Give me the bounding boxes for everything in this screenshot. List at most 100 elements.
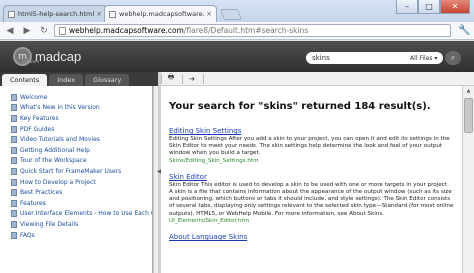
toc-item[interactable]: Quick Start for FrameMaker Users — [0, 166, 152, 177]
divider — [161, 73, 162, 84]
book-icon — [11, 210, 17, 218]
url-path: /flare8/Default.htm#search-skins — [183, 26, 309, 35]
search-button[interactable]: ⌕ — [445, 51, 461, 65]
toc-item[interactable]: Welcome — [0, 92, 152, 103]
close-tab-icon[interactable]: × — [96, 10, 102, 18]
toc-item[interactable]: How to Develop a Project — [0, 177, 152, 188]
toc-item-label: Welcome — [20, 93, 48, 101]
maximize-button[interactable]: □ — [418, 0, 440, 14]
tab-contents[interactable]: Contents — [2, 74, 48, 86]
result-item: About Language Skins — [169, 233, 454, 242]
book-icon — [11, 114, 17, 122]
close-window-button[interactable]: ✕ — [440, 0, 470, 14]
toc-item-label: FAQs — [20, 231, 35, 239]
toc-item-label: How to Develop a Project — [20, 178, 96, 186]
result-description: Skin Editor This editor is used to devel… — [169, 181, 454, 217]
search-input[interactable] — [306, 52, 406, 64]
toc-item[interactable]: User Interface Elements - How to Use Eac… — [0, 209, 152, 220]
content-scrollbar[interactable]: ▲ — [462, 86, 474, 273]
minimize-button[interactable]: – — [396, 0, 418, 14]
result-title-link[interactable]: About Language Skins — [169, 233, 454, 242]
scroll-up-icon[interactable]: ▲ — [463, 86, 474, 96]
result-title-link[interactable]: Editing Skin Settings — [169, 127, 454, 136]
toc-item[interactable]: Key Features — [0, 113, 152, 124]
toc-item[interactable]: Tour of the Workspace — [0, 156, 152, 167]
toc-item[interactable]: Getting Additional Help — [0, 145, 152, 156]
page-favicon-icon — [109, 10, 116, 18]
page-favicon-icon — [8, 10, 15, 18]
address-bar[interactable]: webhelp.madcapsoftware.com/flare8/Defaul… — [54, 24, 451, 37]
book-icon — [11, 93, 17, 101]
toc-item-label: Tour of the Workspace — [20, 157, 87, 165]
scrollbar-thumb[interactable] — [464, 98, 473, 133]
navigation-tabs: Contents Index Glossary — [0, 72, 158, 86]
content-toolbar: 🖶 ➔ — [161, 72, 474, 86]
divider — [182, 73, 183, 84]
logo-text: madcap — [35, 48, 82, 64]
tab-index[interactable]: Index — [49, 74, 84, 86]
result-item: Skin Editor Skin Editor This editor is u… — [169, 173, 454, 225]
tab-label: html5-help-search.html — [18, 10, 95, 18]
toc-panel: Welcome What's New in this Version Key Fea… — [0, 86, 153, 273]
filter-label: All Files — [410, 54, 433, 62]
tab-label: webhelp.madcapsoftware.co — [119, 10, 205, 18]
book-icon — [11, 220, 17, 228]
toc-item-label: Getting Additional Help — [20, 146, 90, 154]
book-icon — [11, 167, 17, 175]
toc-item-label: Best Practices — [20, 189, 63, 197]
book-icon — [11, 199, 17, 207]
result-item: Editing Skin Settings Editing Skin Setti… — [169, 127, 454, 165]
url-text: webhelp.madcapsoftware.com/flare8/Defaul… — [69, 26, 308, 35]
forward-arrow-icon[interactable]: ➔ — [187, 74, 197, 84]
book-icon — [11, 178, 17, 186]
toc-item[interactable]: What's New in this Version — [0, 103, 152, 114]
result-url: UI_Elements/Skin_Editor.htm — [169, 217, 250, 224]
toc-item[interactable]: FAQs — [0, 230, 152, 241]
toc-item[interactable]: Viewing File Details — [0, 219, 152, 230]
toc-item-label: PDF Guides — [20, 125, 55, 133]
result-url: Skins/Editing_Skin_Settings.htm — [169, 157, 259, 164]
browser-window: html5-help-search.html × webhelp.madcaps… — [0, 0, 474, 273]
book-icon — [11, 136, 17, 144]
tab-strip: html5-help-search.html × webhelp.madcaps… — [0, 0, 474, 22]
toc-item-label: Quick Start for FrameMaker Users — [20, 167, 122, 175]
toc-item-label: Features — [20, 199, 46, 207]
url-host: webhelp.madcapsoftware.com — [69, 26, 184, 35]
toc-item-label: Video Tutorials and Movies — [20, 136, 100, 144]
book-icon — [11, 157, 17, 165]
reload-icon[interactable]: ↻ — [37, 24, 51, 38]
toc-item[interactable]: PDF Guides — [0, 124, 152, 135]
toc-item[interactable]: Video Tutorials and Movies — [0, 134, 152, 145]
toc-item-label: Viewing File Details — [20, 220, 79, 228]
book-icon — [11, 104, 17, 112]
close-tab-icon[interactable]: × — [206, 10, 212, 18]
book-icon — [11, 146, 17, 154]
logo-subtitle: software — [22, 59, 40, 64]
book-icon — [11, 189, 17, 197]
browser-tab-search-page[interactable]: html5-help-search.html × — [3, 5, 107, 22]
result-description: Editing Skin Settings After you add a sk… — [169, 136, 450, 157]
forward-arrow-icon[interactable]: ▶ — [20, 24, 34, 38]
book-icon — [11, 231, 17, 239]
divider — [203, 73, 204, 84]
print-icon[interactable]: 🖶 — [166, 73, 176, 84]
filter-dropdown[interactable]: All Files ▾ — [410, 55, 437, 62]
toc-list: Welcome What's New in this Version Key Fea… — [0, 92, 152, 240]
toc-item-label: Key Features — [20, 114, 59, 122]
back-arrow-icon[interactable]: ◀ — [3, 24, 17, 38]
book-icon — [11, 125, 17, 133]
search-results: Your search for "skins" returned 184 res… — [161, 86, 462, 273]
toc-item-label: User Interface Elements - How to Use Eac… — [20, 210, 153, 218]
toc-item[interactable]: Best Practices — [0, 187, 152, 198]
tab-glossary[interactable]: Glossary — [85, 74, 130, 86]
search-box: All Files ▾ — [306, 52, 443, 64]
new-tab-button[interactable] — [219, 9, 243, 20]
results-heading: Your search for "skins" returned 184 res… — [169, 101, 431, 112]
page-icon — [59, 26, 66, 35]
browser-tab-webhelp[interactable]: webhelp.madcapsoftware.co × — [104, 5, 217, 22]
toc-item[interactable]: Features — [0, 198, 152, 209]
result-title-link[interactable]: Skin Editor — [169, 173, 454, 182]
wrench-menu-icon[interactable]: 🔧 — [458, 25, 470, 36]
toc-item-label: What's New in this Version — [20, 104, 100, 112]
window-controls: – □ ✕ — [396, 0, 470, 14]
